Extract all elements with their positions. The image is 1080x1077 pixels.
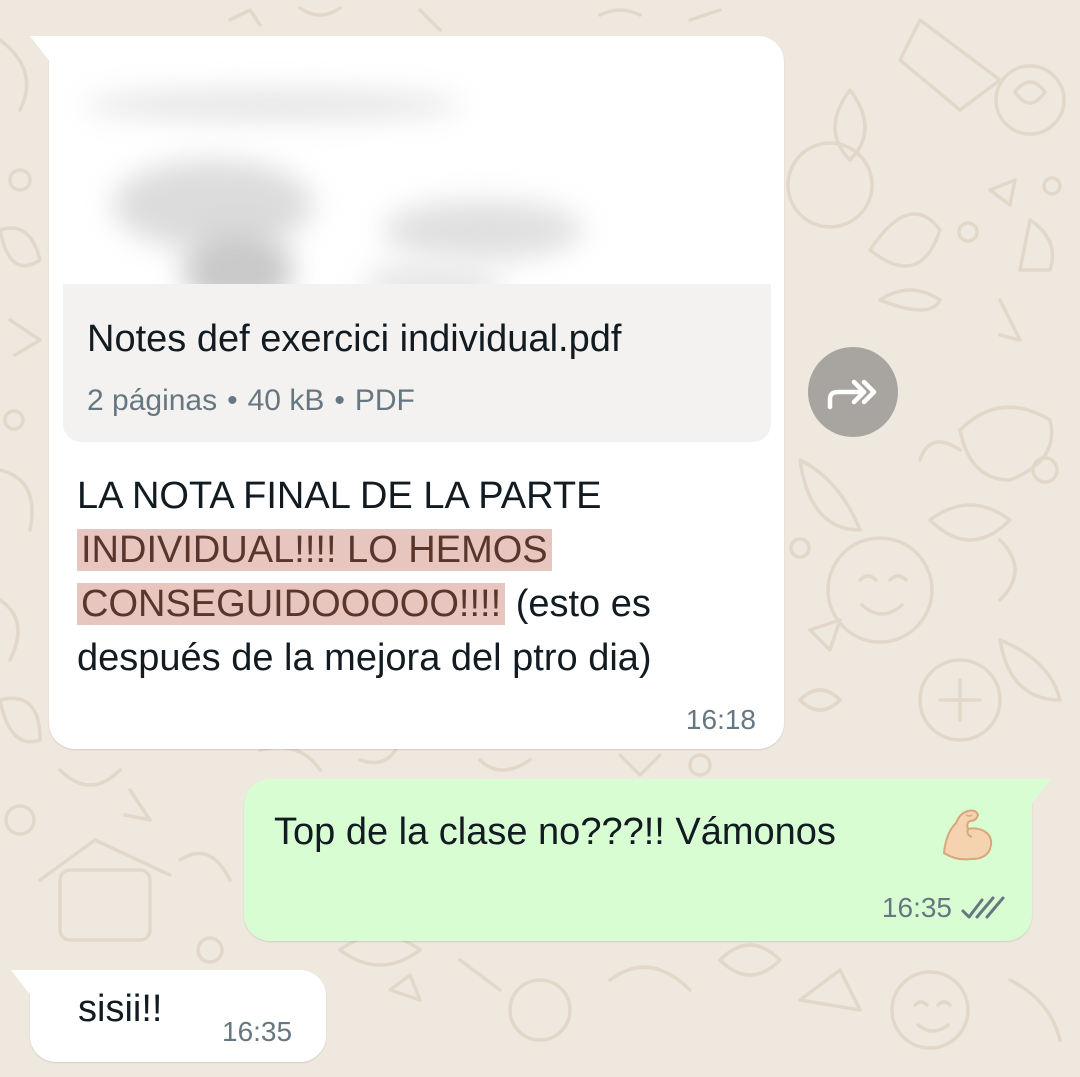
message-text: Top de la clase no???!! Vámonos [274, 811, 836, 853]
incoming-message[interactable]: sisii!! 16:35 [11, 970, 326, 1062]
highlighted-text: INDIVIDUAL!!!! LO HEMOS [77, 529, 552, 571]
outgoing-message[interactable]: Top de la clase no???!! Vámonos 16:35 [244, 779, 1051, 941]
message-time: 16:18 [685, 704, 756, 735]
forward-button[interactable] [808, 347, 898, 437]
message-time: 16:35 [222, 1016, 293, 1047]
read-receipt-icon [961, 896, 1005, 919]
incoming-document-message[interactable]: Notes def exercici individual.pdf 2 pági… [30, 36, 784, 749]
bubble-tail [11, 970, 31, 996]
message-time: 16:35 [881, 892, 952, 923]
highlighted-text: CONSEGUIDOOOOO!!!! [77, 583, 506, 625]
document-file-name: Notes def exercici individual.pdf [87, 318, 622, 360]
meta-separator: • [227, 384, 238, 417]
flexed-biceps-icon [942, 809, 993, 861]
bubble-tail [30, 36, 50, 62]
message-text: LA NOTA FINAL DE LA PARTE INDIVIDUAL!!!!… [77, 469, 767, 685]
document-meta: 2 páginas • 40 kB • PDF [87, 384, 415, 418]
bubble-tail [1031, 779, 1051, 805]
document-size: 40 kB [247, 384, 325, 417]
forward-icon [827, 379, 877, 410]
message-text: sisii!! [78, 988, 163, 1030]
message-text-part: LA NOTA FINAL DE LA PARTE [77, 475, 602, 517]
document-page-count: 2 páginas [87, 384, 218, 417]
document-info[interactable]: Notes def exercici individual.pdf 2 pági… [63, 284, 771, 442]
meta-separator: • [334, 384, 345, 417]
document-type: PDF [354, 384, 415, 417]
document-thumbnail[interactable] [63, 50, 771, 300]
